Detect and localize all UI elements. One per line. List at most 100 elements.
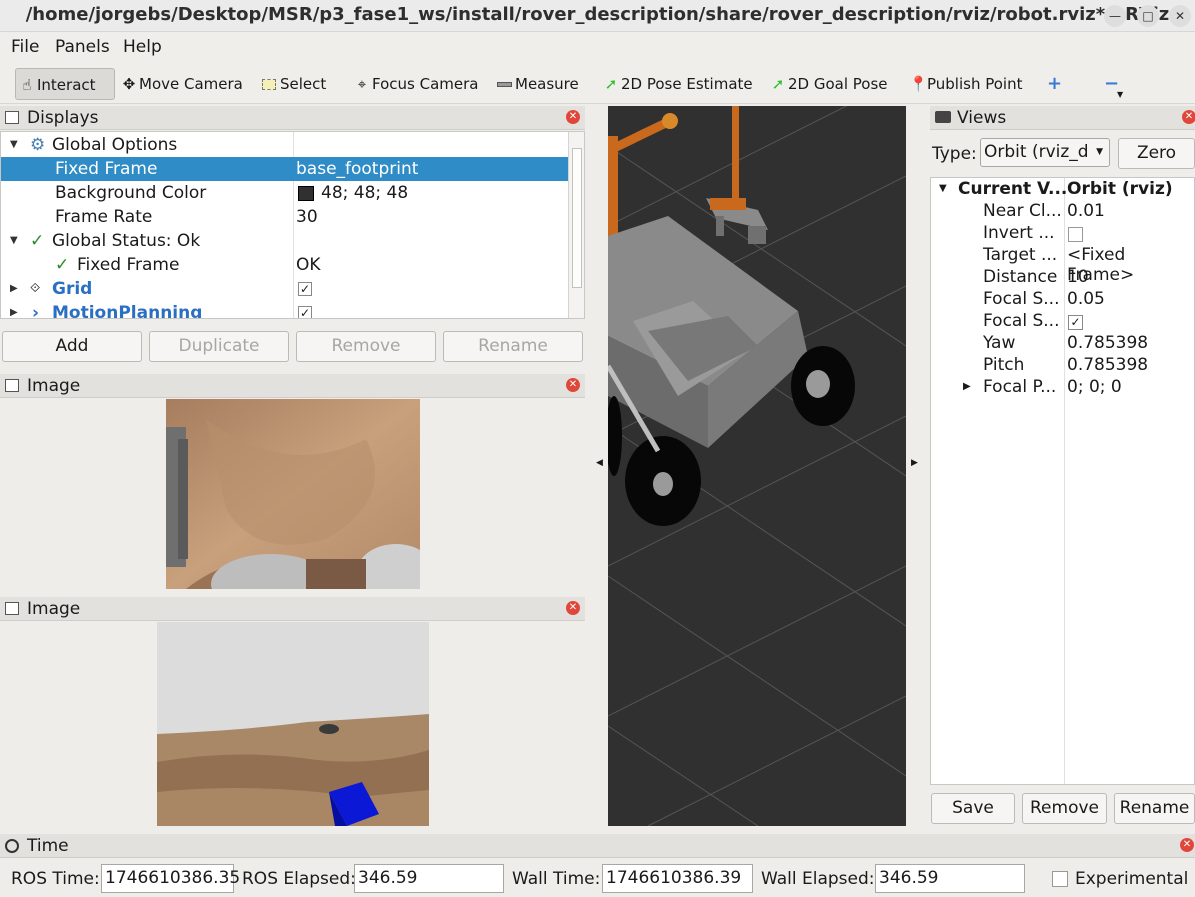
row-label: Background Color	[55, 183, 207, 203]
zero-button[interactable]: Zero	[1118, 138, 1195, 169]
row-label: Frame Rate	[55, 207, 153, 227]
close-icon[interactable]: ✕	[1182, 110, 1195, 124]
grid-icon: ⟐	[30, 281, 41, 296]
select-tool[interactable]: Select	[259, 68, 326, 100]
focal-shape-checkbox[interactable]: ✓	[1068, 315, 1083, 330]
view-row-value[interactable]: 10	[1067, 267, 1089, 287]
remove-view-button[interactable]: Remove	[1022, 793, 1107, 824]
pose-estimate-tool[interactable]: ➚ 2D Pose Estimate	[600, 68, 753, 100]
rename-view-button[interactable]: Rename	[1114, 793, 1195, 824]
view-row-label: Invert ...	[983, 223, 1055, 243]
chevron-left-icon[interactable]: ◀	[596, 458, 603, 468]
chevron-right-icon[interactable]: ▶	[10, 277, 18, 301]
close-window-button[interactable]: ✕	[1169, 5, 1191, 27]
views-panel-header: Views ✕	[930, 106, 1195, 130]
chevron-down-icon[interactable]: ▼	[10, 133, 18, 157]
chevron-down-icon[interactable]: ▼	[10, 229, 18, 253]
close-icon[interactable]: ✕	[1180, 838, 1194, 852]
publish-point-tool[interactable]: 📍Publish Point	[906, 68, 1022, 100]
row-value[interactable]: 30	[296, 205, 318, 229]
image-panel-header: Image ✕	[0, 374, 585, 398]
image-panel-title: Image	[27, 599, 81, 619]
image-panel-header: Image ✕	[0, 597, 585, 621]
right-splitter[interactable]: ▶	[908, 106, 924, 826]
close-icon[interactable]: ✕	[566, 110, 580, 124]
remove-display-button[interactable]: Remove	[296, 331, 436, 362]
tree-row-global-options[interactable]: ▼ ⚙ Global Options	[1, 133, 568, 157]
view-row-value[interactable]: 0.785398	[1067, 333, 1148, 353]
move-camera-tool[interactable]: ✥ Move Camera	[118, 68, 243, 100]
ruler-icon	[497, 82, 512, 87]
row-value[interactable]: 48; 48; 48	[321, 181, 408, 205]
focus-camera-tool[interactable]: ⌖ Focus Camera	[351, 68, 479, 100]
measure-label: Measure	[515, 75, 579, 93]
view-row-value: Orbit (rviz)	[1067, 179, 1173, 199]
wall-elapsed-field[interactable]: 346.59	[875, 864, 1025, 893]
view-row-label: Target ...	[983, 245, 1058, 265]
green-arrow-icon: ➚	[604, 75, 618, 93]
select-label: Select	[280, 75, 327, 93]
clock-icon	[5, 839, 19, 853]
scrollbar-thumb[interactable]	[572, 148, 582, 288]
chevron-right-icon[interactable]: ▶	[911, 458, 918, 468]
tree-row-grid[interactable]: ▶ ⟐ Grid ✓	[1, 277, 568, 301]
type-label: Type:	[932, 144, 977, 164]
ros-elapsed-field[interactable]: 346.59	[354, 864, 504, 893]
tree-row-status-fixed-frame[interactable]: ✓ Fixed Frame OK	[1, 253, 568, 277]
tree-row-global-status[interactable]: ▼ ✓ Global Status: Ok	[1, 229, 568, 253]
save-view-button[interactable]: Save	[931, 793, 1015, 824]
duplicate-display-button[interactable]: Duplicate	[149, 331, 289, 362]
row-value[interactable]: base_footprint	[296, 157, 418, 181]
interact-tool[interactable]: ☝ Interact	[15, 68, 115, 100]
scrollbar[interactable]	[568, 132, 584, 318]
wall-time-label: Wall Time:	[512, 869, 601, 889]
tree-row-background-color[interactable]: Background Color 48; 48; 48	[1, 181, 568, 205]
tree-row-fixed-frame[interactable]: Fixed Frame base_footprint	[1, 157, 568, 181]
monitor-icon	[5, 111, 19, 124]
hand-icon: ☝	[22, 76, 32, 94]
add-display-button[interactable]: Add	[2, 331, 142, 362]
ros-time-field[interactable]: 1746610386.35	[101, 864, 240, 893]
view-row-value[interactable]: 0.05	[1067, 289, 1105, 309]
image-icon	[5, 602, 19, 615]
add-tool-button[interactable]: +	[1044, 68, 1062, 100]
gear-icon: ⚙	[30, 135, 46, 155]
view-row-label: Yaw	[983, 333, 1016, 353]
view-row-value[interactable]: 0; 0; 0	[1067, 377, 1122, 397]
grid-enabled-checkbox[interactable]: ✓	[298, 282, 312, 296]
chevron-right-icon[interactable]: ▶	[963, 381, 971, 392]
view-row-value[interactable]: 0.785398	[1067, 355, 1148, 375]
tree-row-frame-rate[interactable]: Frame Rate 30	[1, 205, 568, 229]
motion-planning-enabled-checkbox[interactable]: ✓	[298, 306, 312, 318]
camera-image-view	[0, 622, 585, 826]
close-icon[interactable]: ✕	[566, 601, 580, 615]
view-row-value[interactable]: 0.01	[1067, 201, 1105, 221]
displays-tree: ▼ ⚙ Global Options Fixed Frame base_foot…	[0, 131, 585, 319]
left-splitter[interactable]: ◀	[592, 106, 606, 826]
tree-row-motion-planning[interactable]: ▶ › MotionPlanning ✓	[1, 301, 568, 318]
3d-viewport[interactable]	[608, 106, 906, 826]
menu-panels[interactable]: Panels	[55, 37, 110, 57]
menu-help[interactable]: Help	[123, 37, 162, 57]
experimental-checkbox[interactable]	[1052, 871, 1068, 887]
close-icon[interactable]: ✕	[566, 378, 580, 392]
camera-icon	[935, 111, 951, 123]
menu-file[interactable]: File	[11, 37, 39, 57]
color-swatch[interactable]	[298, 186, 314, 201]
robot-render	[608, 106, 906, 826]
chevron-right-icon[interactable]: ▶	[10, 301, 18, 318]
invert-checkbox[interactable]	[1068, 227, 1083, 242]
rename-display-button[interactable]: Rename	[443, 331, 583, 362]
maximize-button[interactable]: □	[1137, 5, 1159, 27]
goal-pose-tool[interactable]: ➚ 2D Goal Pose	[767, 68, 888, 100]
toolbar: ☝ Interact ✥ Move Camera Select ⌖ Focus Cam…	[0, 62, 1195, 104]
wall-time-field[interactable]: 1746610386.39	[602, 864, 753, 893]
move-icon: ✥	[122, 75, 136, 93]
map-pin-icon: 📍	[909, 75, 928, 93]
view-type-select[interactable]: Orbit (rviz_d ▼	[980, 138, 1110, 167]
time-title: Time	[27, 836, 69, 856]
minimize-button[interactable]: —	[1104, 5, 1126, 27]
measure-tool[interactable]: Measure	[494, 68, 579, 100]
chevron-down-icon[interactable]: ▼	[1117, 90, 1123, 99]
chevron-down-icon[interactable]: ▼	[939, 183, 947, 194]
